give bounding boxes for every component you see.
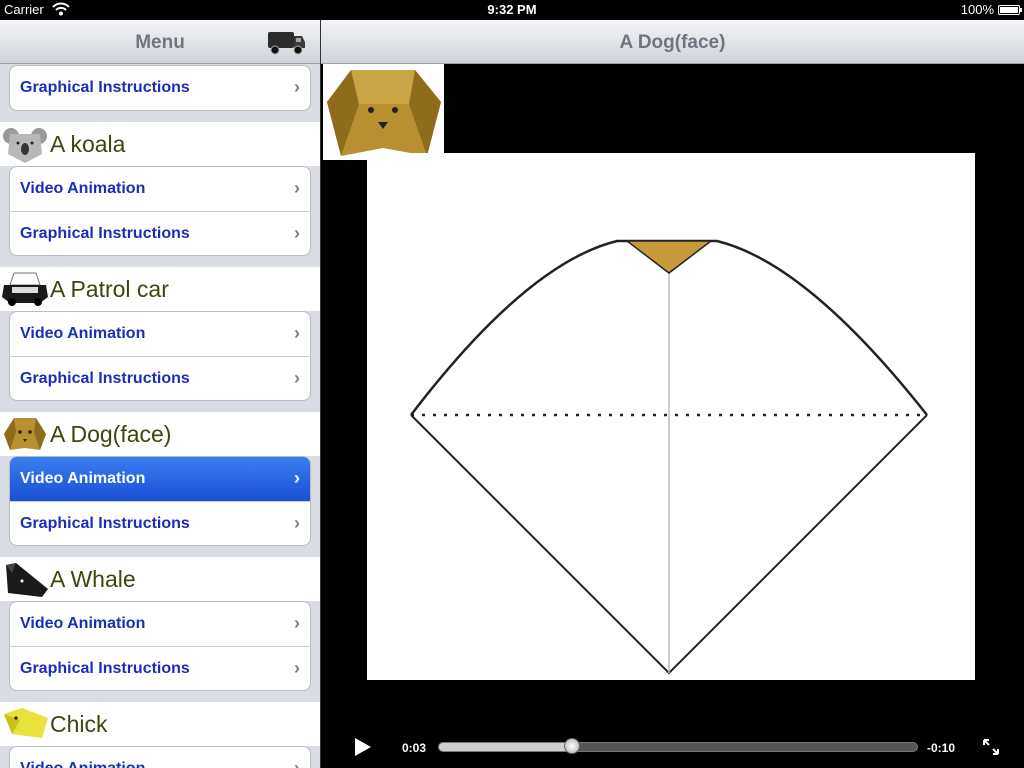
patrol-car-icon: [2, 272, 48, 306]
scrubber-fill: [439, 743, 573, 751]
cell-label: Graphical Instructions: [20, 79, 190, 96]
cell-label: Graphical Instructions: [20, 515, 190, 532]
elapsed-time: 0:03: [402, 741, 427, 755]
koala-group: Video Animation › Graphical Instructions…: [9, 166, 311, 256]
graphical-instructions-cell[interactable]: Graphical Instructions ›: [10, 501, 310, 545]
video-animation-cell[interactable]: Video Animation ›: [10, 602, 310, 646]
section-header-whale: A Whale: [0, 557, 320, 601]
dog-face-group: Video Animation › Graphical Instructions…: [9, 456, 311, 546]
cell-label: Video Animation: [20, 615, 146, 632]
detail-title: A Dog(face): [619, 32, 726, 53]
fullscreen-icon[interactable]: [982, 738, 1000, 756]
menu-list: Graphical Instructions › A koala Video A…: [0, 65, 320, 768]
whale-icon: [6, 563, 48, 597]
video-frame[interactable]: [367, 153, 975, 680]
koala-icon: [3, 128, 47, 163]
scrubber-track[interactable]: [438, 742, 918, 752]
chevron-right-icon: ›: [294, 613, 300, 633]
chevron-right-icon: ›: [294, 178, 300, 198]
section-title: A Dog(face): [50, 421, 172, 447]
top-group: Graphical Instructions ›: [9, 65, 311, 111]
graphical-instructions-cell[interactable]: Graphical Instructions ›: [10, 356, 310, 400]
cell-label: Video Animation: [20, 470, 146, 487]
video-animation-cell[interactable]: Video Animation ›: [10, 312, 310, 356]
chick-group: Video Animation ›: [9, 746, 311, 768]
chevron-right-icon: ›: [294, 468, 300, 488]
cell-label: Video Animation: [20, 325, 146, 342]
dog-face-preview: [323, 64, 444, 160]
menu-nav-bar: Menu: [0, 20, 320, 64]
graphical-instructions-cell[interactable]: Graphical Instructions ›: [10, 211, 310, 255]
video-controls: 0:03 -0:10: [321, 730, 1024, 768]
section-header-patrol-car: A Patrol car: [0, 267, 320, 311]
graphical-instructions-cell[interactable]: Graphical Instructions ›: [10, 646, 310, 690]
chevron-right-icon: ›: [294, 658, 300, 678]
chevron-right-icon: ›: [294, 323, 300, 343]
chick-icon: [4, 708, 48, 738]
section-title: A Patrol car: [50, 276, 169, 302]
play-icon[interactable]: [355, 738, 371, 756]
chevron-right-icon: ›: [294, 758, 300, 768]
graphical-instructions-cell[interactable]: Graphical Instructions ›: [10, 66, 310, 110]
clock: 9:32 PM: [487, 2, 537, 17]
cell-label: Video Animation: [20, 760, 145, 768]
chevron-right-icon: ›: [294, 513, 300, 533]
dog-face-icon: [327, 70, 441, 156]
section-header-koala: A koala: [0, 122, 320, 166]
section-title: A koala: [50, 131, 126, 157]
status-bar: Carrier 9:32 PM 100%: [0, 0, 1024, 20]
chevron-right-icon: ›: [294, 77, 300, 97]
cell-label: Graphical Instructions: [20, 225, 190, 242]
section-header-chick: Chick: [0, 702, 320, 746]
patrol-car-group: Video Animation › Graphical Instructions…: [9, 311, 311, 401]
whale-group: Video Animation › Graphical Instructions…: [9, 601, 311, 691]
cell-label: Graphical Instructions: [20, 370, 190, 387]
battery-percent: 100%: [960, 2, 994, 17]
section-title: A Whale: [50, 566, 136, 592]
master-pane: Menu Graphical Instructions › A koala Vi…: [0, 20, 320, 768]
cell-label: Graphical Instructions: [20, 660, 190, 677]
battery-icon: [998, 5, 1022, 15]
video-animation-cell[interactable]: Video Animation ›: [10, 747, 310, 768]
section-title: Chick: [50, 711, 108, 737]
remaining-time: -0:10: [927, 741, 956, 755]
cell-label: Video Animation: [20, 180, 146, 197]
origami-diagram: [410, 239, 928, 675]
detail-pane: A Dog(face) 0:03 -0:10: [321, 20, 1024, 768]
section-header-dog-face: A Dog(face): [0, 412, 320, 456]
video-animation-cell[interactable]: Video Animation ›: [10, 167, 310, 211]
chevron-right-icon: ›: [294, 223, 300, 243]
chevron-right-icon: ›: [294, 368, 300, 388]
truck-icon[interactable]: [266, 28, 306, 56]
dog-face-icon: [4, 418, 46, 450]
video-animation-cell[interactable]: Video Animation ›: [10, 457, 310, 501]
detail-nav-bar: A Dog(face): [321, 20, 1024, 64]
